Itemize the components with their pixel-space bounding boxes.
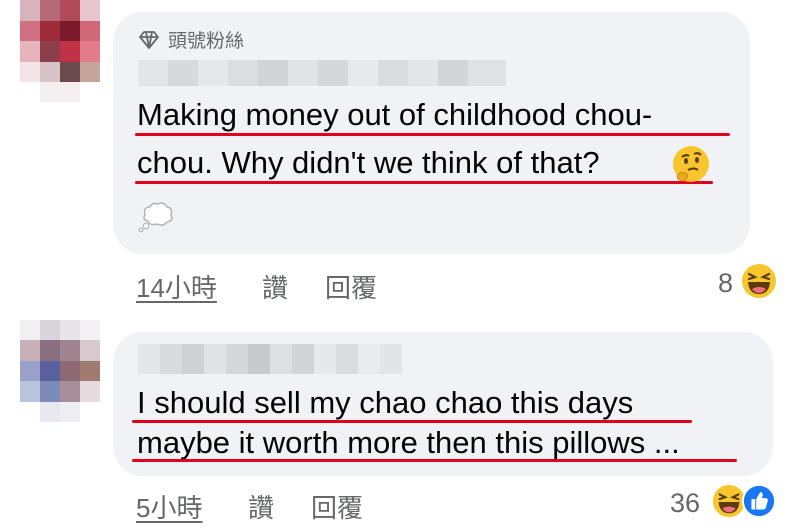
laugh-icon[interactable] <box>712 484 746 518</box>
like-link[interactable]: 讚 <box>262 268 288 305</box>
top-fan-badge: 頭號粉絲 <box>138 26 244 53</box>
reply-link[interactable]: 回覆 <box>311 488 363 525</box>
laugh-icon[interactable] <box>741 263 777 299</box>
avatar[interactable] <box>20 0 100 82</box>
comment-timestamp[interactable]: 14小時 <box>136 268 217 305</box>
like-link[interactable]: 讚 <box>248 488 274 525</box>
comment-text-line-2: chou. Why didn't we think of that? <box>137 145 600 180</box>
comment-timestamp[interactable]: 5小時 <box>136 488 202 525</box>
avatar[interactable] <box>20 320 100 422</box>
badge-label: 頭號粉絲 <box>168 31 245 52</box>
red-underline <box>132 459 737 462</box>
red-underline <box>135 181 713 184</box>
thought-balloon-icon <box>138 202 173 233</box>
reaction-count[interactable]: 36 <box>670 488 700 519</box>
commenter-name[interactable] <box>138 60 506 86</box>
diamond-icon <box>139 30 159 49</box>
commenter-name[interactable] <box>138 344 402 374</box>
avatar-shadow <box>40 82 80 102</box>
reply-link[interactable]: 回覆 <box>325 268 377 305</box>
comment-text-line-1: Making money out of childhood chou- <box>137 97 653 132</box>
red-underline <box>135 133 730 136</box>
thinking-face-icon <box>673 146 709 182</box>
like-icon[interactable] <box>742 484 776 518</box>
reaction-count[interactable]: 8 <box>718 268 733 299</box>
